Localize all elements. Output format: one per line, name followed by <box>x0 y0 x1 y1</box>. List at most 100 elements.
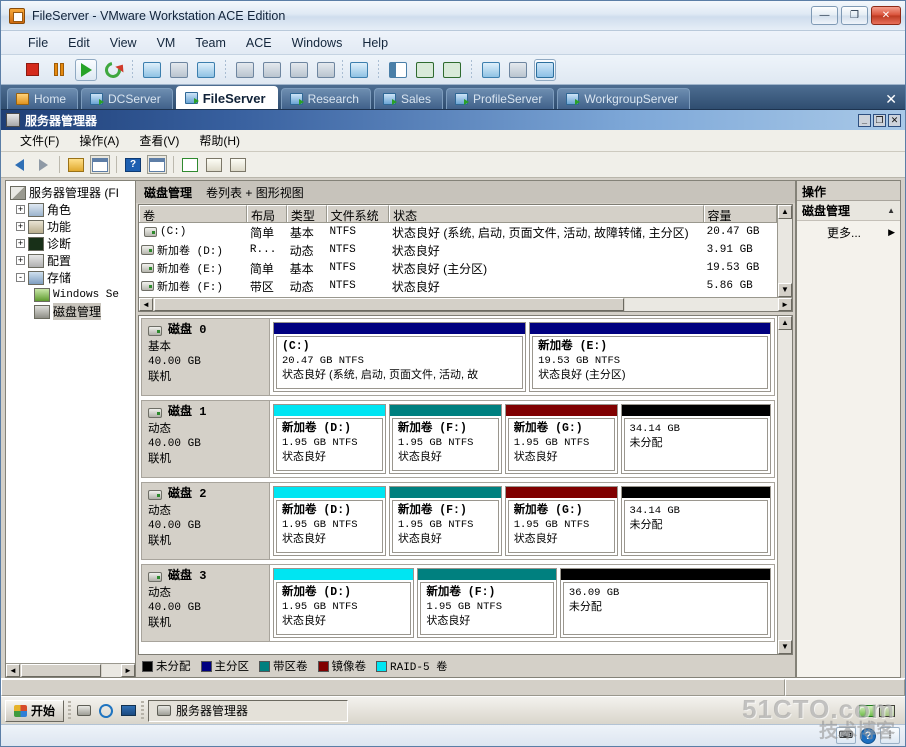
vm-tab-dcserver[interactable]: DCServer <box>81 88 173 109</box>
vm-tab-workgroupserver[interactable]: WorkgroupServer <box>557 88 691 109</box>
clone-multiple-icon[interactable] <box>261 59 283 81</box>
sidebar-toggle-icon[interactable] <box>387 59 409 81</box>
expander-icon[interactable]: + <box>16 205 25 214</box>
scroll-down-button[interactable]: ▼ <box>778 640 792 654</box>
show-desktop-icon[interactable] <box>119 703 137 719</box>
back-icon[interactable] <box>9 155 29 174</box>
partition-block[interactable]: 新加卷 (E:) 19.53 GB NTFS 状态良好 (主分区) <box>529 322 771 392</box>
menu-team[interactable]: Team <box>186 33 235 53</box>
server-manager-quicklaunch-icon[interactable] <box>75 703 93 719</box>
close-button[interactable]: ✕ <box>888 113 901 127</box>
column-header-type[interactable]: 类型 <box>286 205 327 222</box>
vm-tab-fileserver[interactable]: FileServer <box>175 86 278 109</box>
scroll-track[interactable] <box>778 219 792 283</box>
table-row[interactable]: 新加卷 (F:) 带区 动态 NTFS 状态良好 5.86 GB <box>139 277 777 295</box>
vm-settings-icon[interactable] <box>480 59 502 81</box>
partition-block[interactable]: (C:) 20.47 GB NTFS 状态良好 (系统, 启动, 页面文件, 活… <box>273 322 527 392</box>
scroll-right-button[interactable]: ► <box>778 298 792 311</box>
export-list-icon[interactable] <box>228 155 248 174</box>
tree-item-root[interactable]: 服务器管理器 (FI <box>8 184 133 201</box>
tree-item-windows-server-backup[interactable]: Windows Se <box>8 286 133 303</box>
table-row[interactable]: 新加卷 (D:) R... 动态 NTFS 状态良好 3.91 GB <box>139 241 777 259</box>
partition-block[interactable]: 新加卷 (D:) 1.95 GB NTFS 状态良好 <box>273 404 386 474</box>
forward-icon[interactable] <box>33 155 53 174</box>
capture-movie-icon[interactable] <box>288 59 310 81</box>
disk-row[interactable]: 磁盘 3 动态 40.00 GB 联机 新加卷 (D:) 1.95 GB NTF… <box>141 564 775 642</box>
scroll-left-button[interactable]: ◄ <box>139 298 153 311</box>
summary-view-icon[interactable] <box>507 59 529 81</box>
show-action-pane-icon[interactable] <box>147 155 167 174</box>
expander-icon[interactable]: + <box>16 256 25 265</box>
partition-block[interactable]: 新加卷 (F:) 1.95 GB NTFS 状态良好 <box>417 568 557 638</box>
snapshot-take-icon[interactable] <box>141 59 163 81</box>
table-row[interactable]: 新加卷 (E:) 简单 基本 NTFS 状态良好 (主分区) 19.53 GB <box>139 259 777 277</box>
partition-block[interactable]: 新加卷 (F:) 1.95 GB NTFS 状态良好 <box>388 404 502 474</box>
expander-icon[interactable]: + <box>16 239 25 248</box>
internet-explorer-icon[interactable] <box>97 701 115 720</box>
table-row[interactable]: (C:) 简单 基本 NTFS 状态良好 (系统, 启动, 页面文件, 活动, … <box>139 223 777 241</box>
scroll-thumb[interactable] <box>21 664 101 677</box>
keyboard-icon[interactable]: ⌨ <box>836 727 856 744</box>
disk-row[interactable]: 磁盘 0 基本 40.00 GB 联机 (C:) 20.47 GB NTFS 状… <box>141 318 775 396</box>
network-connected-icon[interactable] <box>859 704 875 717</box>
suspend-icon[interactable] <box>48 59 70 81</box>
tree-horizontal-scrollbar[interactable]: ◄ ► <box>6 663 135 677</box>
close-tab-icon[interactable]: ✕ <box>885 89 897 109</box>
power-off-icon[interactable] <box>21 59 43 81</box>
vm-tab-home[interactable]: Home <box>7 88 79 109</box>
tree-item-roles[interactable]: + 角色 <box>8 201 133 218</box>
menu-help[interactable]: 帮助(H) <box>190 130 249 151</box>
graphical-view-vertical-scrollbar[interactable]: ▲ ▼ <box>777 316 792 654</box>
partition-block[interactable]: 新加卷 (F:) 1.95 GB NTFS 状态良好 <box>388 486 502 556</box>
scroll-left-button[interactable]: ◄ <box>6 664 20 677</box>
maximize-button[interactable]: ❐ <box>873 113 886 127</box>
start-button[interactable]: 开始 <box>5 699 65 722</box>
send-ctrl-alt-del-icon[interactable] <box>348 59 370 81</box>
column-header-volume[interactable]: 卷 <box>139 205 247 222</box>
help-icon[interactable]: ? <box>860 727 876 744</box>
menu-action[interactable]: 操作(A) <box>70 130 128 151</box>
partition-block-unallocated[interactable]: 34.14 GB 未分配 <box>620 404 771 474</box>
fullscreen-icon[interactable] <box>414 59 436 81</box>
console-view-icon[interactable] <box>534 58 556 81</box>
vm-tab-research[interactable]: Research <box>280 88 371 109</box>
scroll-down-button[interactable]: ▼ <box>778 283 792 297</box>
partition-block[interactable]: 新加卷 (G:) 1.95 GB NTFS 状态良好 <box>504 404 618 474</box>
network-icon[interactable] <box>879 704 895 717</box>
vm-tab-profileserver[interactable]: ProfileServer <box>445 88 555 109</box>
close-button[interactable]: ✕ <box>871 6 901 25</box>
scroll-track[interactable] <box>778 330 792 640</box>
tree-item-diagnostics[interactable]: + 诊断 <box>8 235 133 252</box>
properties-icon[interactable] <box>204 155 224 174</box>
expander-icon[interactable]: - <box>16 273 25 282</box>
scroll-up-button[interactable]: ▲ <box>778 316 792 330</box>
capture-screen-icon[interactable] <box>315 59 337 81</box>
tree-item-features[interactable]: + 功能 <box>8 218 133 235</box>
power-on-icon[interactable] <box>75 58 97 81</box>
column-header-capacity[interactable]: 容量 <box>703 205 777 222</box>
menu-help[interactable]: Help <box>353 33 397 53</box>
column-header-filesystem[interactable]: 文件系统 <box>326 205 390 222</box>
up-folder-icon[interactable] <box>66 155 86 174</box>
partition-block[interactable]: 新加卷 (D:) 1.95 GB NTFS 状态良好 <box>273 568 415 638</box>
refresh-icon[interactable] <box>180 155 200 174</box>
volume-list-vertical-scrollbar[interactable]: ▲ ▼ <box>777 205 792 297</box>
menu-ace[interactable]: ACE <box>237 33 281 53</box>
scroll-up-button[interactable]: ▲ <box>778 205 792 219</box>
scroll-right-button[interactable]: ► <box>121 664 135 677</box>
action-item-more[interactable]: 更多... ▶ <box>797 221 900 244</box>
clone-icon[interactable] <box>234 59 256 81</box>
show-hide-tree-icon[interactable] <box>90 155 110 174</box>
minimize-button[interactable]: _ <box>858 113 871 127</box>
expand-icon[interactable]: ⁞ <box>880 727 900 744</box>
snapshot-revert-icon[interactable] <box>168 59 190 81</box>
tree-item-storage[interactable]: - 存储 <box>8 269 133 286</box>
help-icon[interactable]: ? <box>123 155 143 174</box>
actions-group-disk-management[interactable]: 磁盘管理 ▲ <box>797 201 900 221</box>
menu-view[interactable]: 查看(V) <box>130 130 188 151</box>
scroll-thumb[interactable] <box>154 298 624 311</box>
partition-block[interactable]: 新加卷 (D:) 1.95 GB NTFS 状态良好 <box>273 486 386 556</box>
menu-vm[interactable]: VM <box>148 33 185 53</box>
reset-icon[interactable] <box>101 58 125 81</box>
menu-view[interactable]: View <box>101 33 146 53</box>
